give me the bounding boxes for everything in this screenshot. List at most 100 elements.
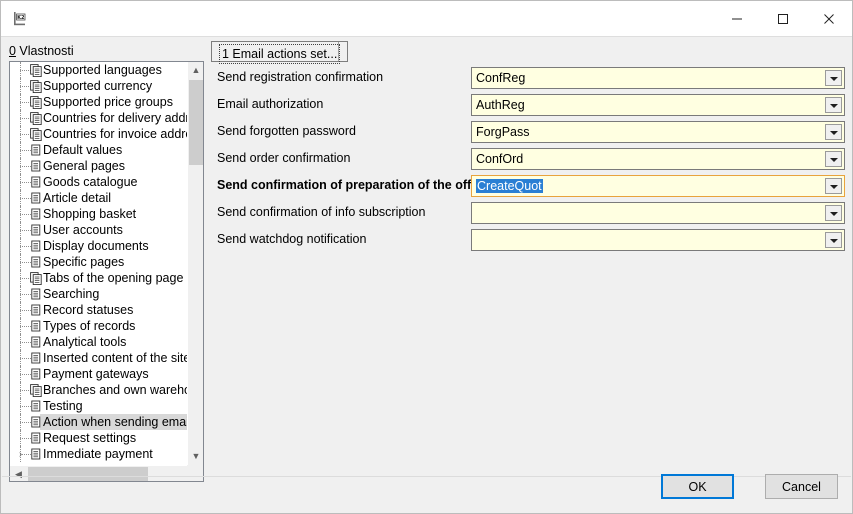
multi-document-icon <box>30 272 43 285</box>
tree-item-label: Tabs of the opening page <box>40 270 186 286</box>
form-row-label: Send forgotten password <box>217 124 356 138</box>
tree-item[interactable]: Supported languages <box>10 62 188 78</box>
combo-box[interactable]: ConfReg <box>471 67 845 89</box>
chevron-down-glyph <box>830 104 838 108</box>
tree-horizontal-scrollbar[interactable]: ◀ ▶ <box>10 465 203 481</box>
tree-item[interactable]: Supported currency <box>10 78 188 94</box>
chevron-down-glyph <box>830 131 838 135</box>
chevron-left-icon[interactable]: ◀ <box>10 466 27 482</box>
tree-item[interactable]: Specific pages <box>10 254 188 270</box>
combo-box-value: CreateQuot <box>476 179 543 193</box>
tree-item-label: Request settings <box>40 430 139 446</box>
tree-item[interactable]: Goods catalogue <box>10 174 188 190</box>
tree-item[interactable]: Testing <box>10 398 188 414</box>
tree-item[interactable]: › Immediate payment <box>10 446 188 462</box>
chevron-down-icon[interactable] <box>825 232 842 248</box>
tree-item[interactable]: Inserted content of the site <box>10 350 188 366</box>
tree-item[interactable]: Countries for delivery addr <box>10 110 188 126</box>
form-row-label: Send order confirmation <box>217 151 350 165</box>
tree-vertical-scrollbar-thumb[interactable] <box>189 80 203 165</box>
form-row: Send confirmation of preparation of the … <box>211 175 845 197</box>
chevron-down-icon[interactable] <box>825 97 842 113</box>
tree-item[interactable]: Article detail <box>10 190 188 206</box>
close-icon <box>823 13 835 25</box>
tree-item-label: Action when sending email <box>40 414 188 430</box>
tree-item[interactable]: General pages <box>10 158 188 174</box>
tree-item-label: Branches and own warehou <box>40 382 188 398</box>
tree-item[interactable]: Searching <box>10 286 188 302</box>
combo-box[interactable] <box>471 229 845 251</box>
form-row-label: Send confirmation of preparation of the … <box>217 178 482 192</box>
tree-item-label: Immediate payment <box>40 446 156 462</box>
document-icon <box>30 400 43 413</box>
tree-item[interactable]: Tabs of the opening page <box>10 270 188 286</box>
tree-vertical-scrollbar[interactable]: ▲ ▼ <box>187 62 203 465</box>
chevron-down-icon[interactable]: ▼ <box>188 448 204 465</box>
close-button[interactable] <box>806 1 852 36</box>
combo-box-value: AuthReg <box>476 98 525 112</box>
form-row: Send registration confirmationConfReg <box>211 67 845 89</box>
form-row-label: Send watchdog notification <box>217 232 366 246</box>
properties-dialog-window: K2 0 Vlastnosti Supported languagesSuppo… <box>0 0 853 514</box>
tree-item[interactable]: Shopping basket <box>10 206 188 222</box>
tree-item[interactable]: Branches and own warehou <box>10 382 188 398</box>
minimize-button[interactable] <box>714 1 760 36</box>
properties-tree-viewport: Supported languagesSupported currencySup… <box>10 62 188 465</box>
tree-item-label: Types of records <box>40 318 138 334</box>
document-icon <box>30 304 43 317</box>
tree-item-label: Supported price groups <box>40 94 176 110</box>
tree-item[interactable]: Request settings <box>10 430 188 446</box>
maximize-button[interactable] <box>760 1 806 36</box>
chevron-down-icon[interactable] <box>825 70 842 86</box>
tab-separator <box>338 42 339 61</box>
document-icon <box>30 416 43 429</box>
combo-box[interactable]: CreateQuot <box>471 175 845 197</box>
chevron-down-icon[interactable] <box>825 151 842 167</box>
tree-item-label: Goods catalogue <box>40 174 141 190</box>
document-icon <box>30 288 43 301</box>
tree-item[interactable]: Analytical tools <box>10 334 188 350</box>
combo-box[interactable]: ConfOrd <box>471 148 845 170</box>
properties-tree-label: 0 Vlastnosti <box>9 44 74 58</box>
combo-box-value: ForgPass <box>476 125 530 139</box>
tree-horizontal-scrollbar-thumb[interactable] <box>28 467 148 481</box>
minimize-icon <box>731 13 743 25</box>
tree-item-label: Countries for delivery addr <box>40 110 188 126</box>
form-row: Send order confirmation ConfOrd <box>211 148 845 170</box>
tree-item[interactable]: Payment gateways <box>10 366 188 382</box>
cancel-button[interactable]: Cancel <box>765 474 838 499</box>
multi-document-icon <box>30 128 43 141</box>
chevron-down-icon[interactable] <box>825 124 842 140</box>
multi-document-icon <box>30 96 43 109</box>
properties-tree[interactable]: Supported languagesSupported currencySup… <box>9 61 204 482</box>
k2-logo-icon: K2 <box>12 10 30 28</box>
chevron-up-icon[interactable]: ▲ <box>188 62 204 79</box>
ok-button[interactable]: OK <box>661 474 734 499</box>
scrollbar-corner <box>187 465 203 481</box>
combo-box[interactable] <box>471 202 845 224</box>
document-icon <box>30 176 43 189</box>
tree-item[interactable]: Default values <box>10 142 188 158</box>
tree-item-label: General pages <box>40 158 128 174</box>
tree-item-label: Article detail <box>40 190 114 206</box>
tree-item[interactable]: Supported price groups <box>10 94 188 110</box>
svg-text:K2: K2 <box>17 15 25 21</box>
tab-strip: 1 Email actions set... <box>211 41 845 62</box>
multi-document-icon <box>30 80 43 93</box>
tree-item[interactable]: Display documents <box>10 238 188 254</box>
properties-tree-label-text: Vlastnosti <box>16 44 74 58</box>
tree-item[interactable]: User accounts <box>10 222 188 238</box>
tree-item-selected[interactable]: Action when sending email <box>10 414 188 430</box>
tree-item[interactable]: Record statuses <box>10 302 188 318</box>
tree-item-label: Default values <box>40 142 125 158</box>
form-row: Send forgotten password ForgPass <box>211 121 845 143</box>
chevron-down-icon[interactable] <box>825 178 842 194</box>
tree-item-label: Testing <box>40 398 86 414</box>
chevron-down-icon[interactable] <box>825 205 842 221</box>
combo-box[interactable]: ForgPass <box>471 121 845 143</box>
tree-item[interactable]: Countries for invoice addre <box>10 126 188 142</box>
tab-email-actions-set[interactable]: 1 Email actions set... <box>211 41 348 62</box>
combo-box[interactable]: AuthReg <box>471 94 845 116</box>
tree-item[interactable]: Types of records <box>10 318 188 334</box>
tree-expander-icon[interactable]: › <box>15 449 26 460</box>
